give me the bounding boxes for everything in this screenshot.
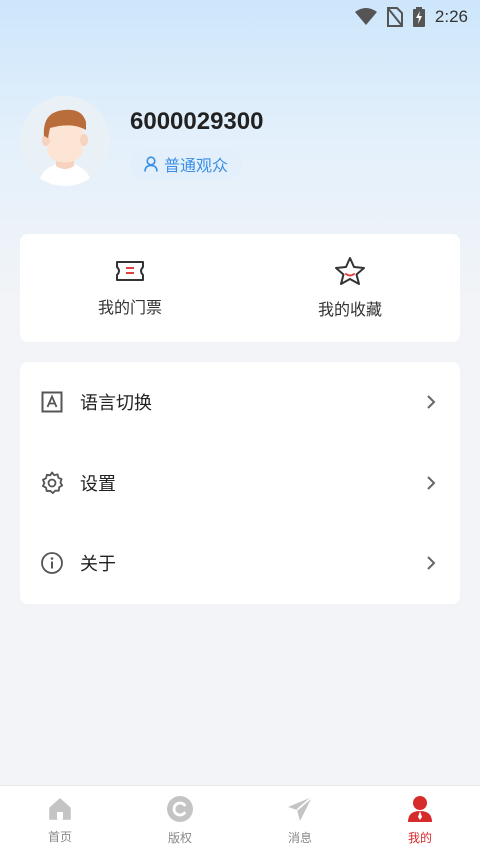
- wifi-icon: [354, 8, 377, 25]
- info-icon: [40, 551, 64, 575]
- home-icon: [49, 798, 71, 820]
- my-tickets-button[interactable]: 我的门票: [20, 234, 240, 342]
- my-favorites-label: 我的收藏: [317, 300, 382, 319]
- tab-home[interactable]: 首页: [0, 786, 120, 855]
- chevron-right-icon: [427, 395, 436, 410]
- copyright-icon: [167, 796, 193, 822]
- tab-home-label: 首页: [47, 830, 72, 844]
- ticket-icon: [116, 261, 144, 281]
- chevron-right-icon: [427, 556, 436, 571]
- chevron-right-icon: [427, 476, 436, 490]
- tab-copyright-label: 版权: [167, 831, 192, 845]
- avatar[interactable]: [20, 96, 110, 186]
- status-time: 2:26: [434, 7, 468, 26]
- user-id: 6000029300: [130, 108, 264, 135]
- status-bar: 2:26: [0, 0, 480, 34]
- bottom-tab-bar: 首页 版权 消息 我的: [0, 785, 480, 855]
- my-favorites-button[interactable]: 我的收藏: [240, 234, 460, 342]
- role-badge: 普通观众: [130, 148, 243, 180]
- menu-item-settings-label: 设置: [80, 473, 116, 495]
- user-outline-icon: [144, 156, 158, 172]
- user-icon: [408, 796, 432, 822]
- menu-item-about-label: 关于: [80, 554, 116, 576]
- avatar-illustration: [20, 96, 110, 186]
- tab-copyright[interactable]: 版权: [120, 786, 240, 855]
- menu-item-about[interactable]: 关于: [20, 523, 460, 604]
- send-icon: [288, 796, 313, 821]
- tab-mine-label: 我的: [407, 831, 432, 845]
- gear-icon: [40, 471, 64, 495]
- menu-item-language-label: 语言切换: [80, 393, 152, 415]
- language-icon: [40, 390, 64, 414]
- role-label: 普通观众: [164, 156, 229, 175]
- my-tickets-label: 我的门票: [97, 298, 162, 317]
- settings-menu: 语言切换 设置 关于: [20, 362, 460, 604]
- tab-messages-label: 消息: [287, 831, 312, 845]
- menu-item-settings[interactable]: 设置: [20, 443, 460, 524]
- menu-item-language[interactable]: 语言切换: [20, 362, 460, 443]
- star-icon: [335, 257, 365, 285]
- tab-mine[interactable]: 我的: [360, 786, 480, 855]
- tab-messages[interactable]: 消息: [240, 786, 360, 855]
- battery-charging-icon: [412, 7, 425, 27]
- profile-section: 6000029300 普通观众: [20, 96, 460, 188]
- no-sim-icon: [386, 7, 403, 27]
- shortcut-card: 我的门票 我的收藏: [20, 234, 460, 342]
